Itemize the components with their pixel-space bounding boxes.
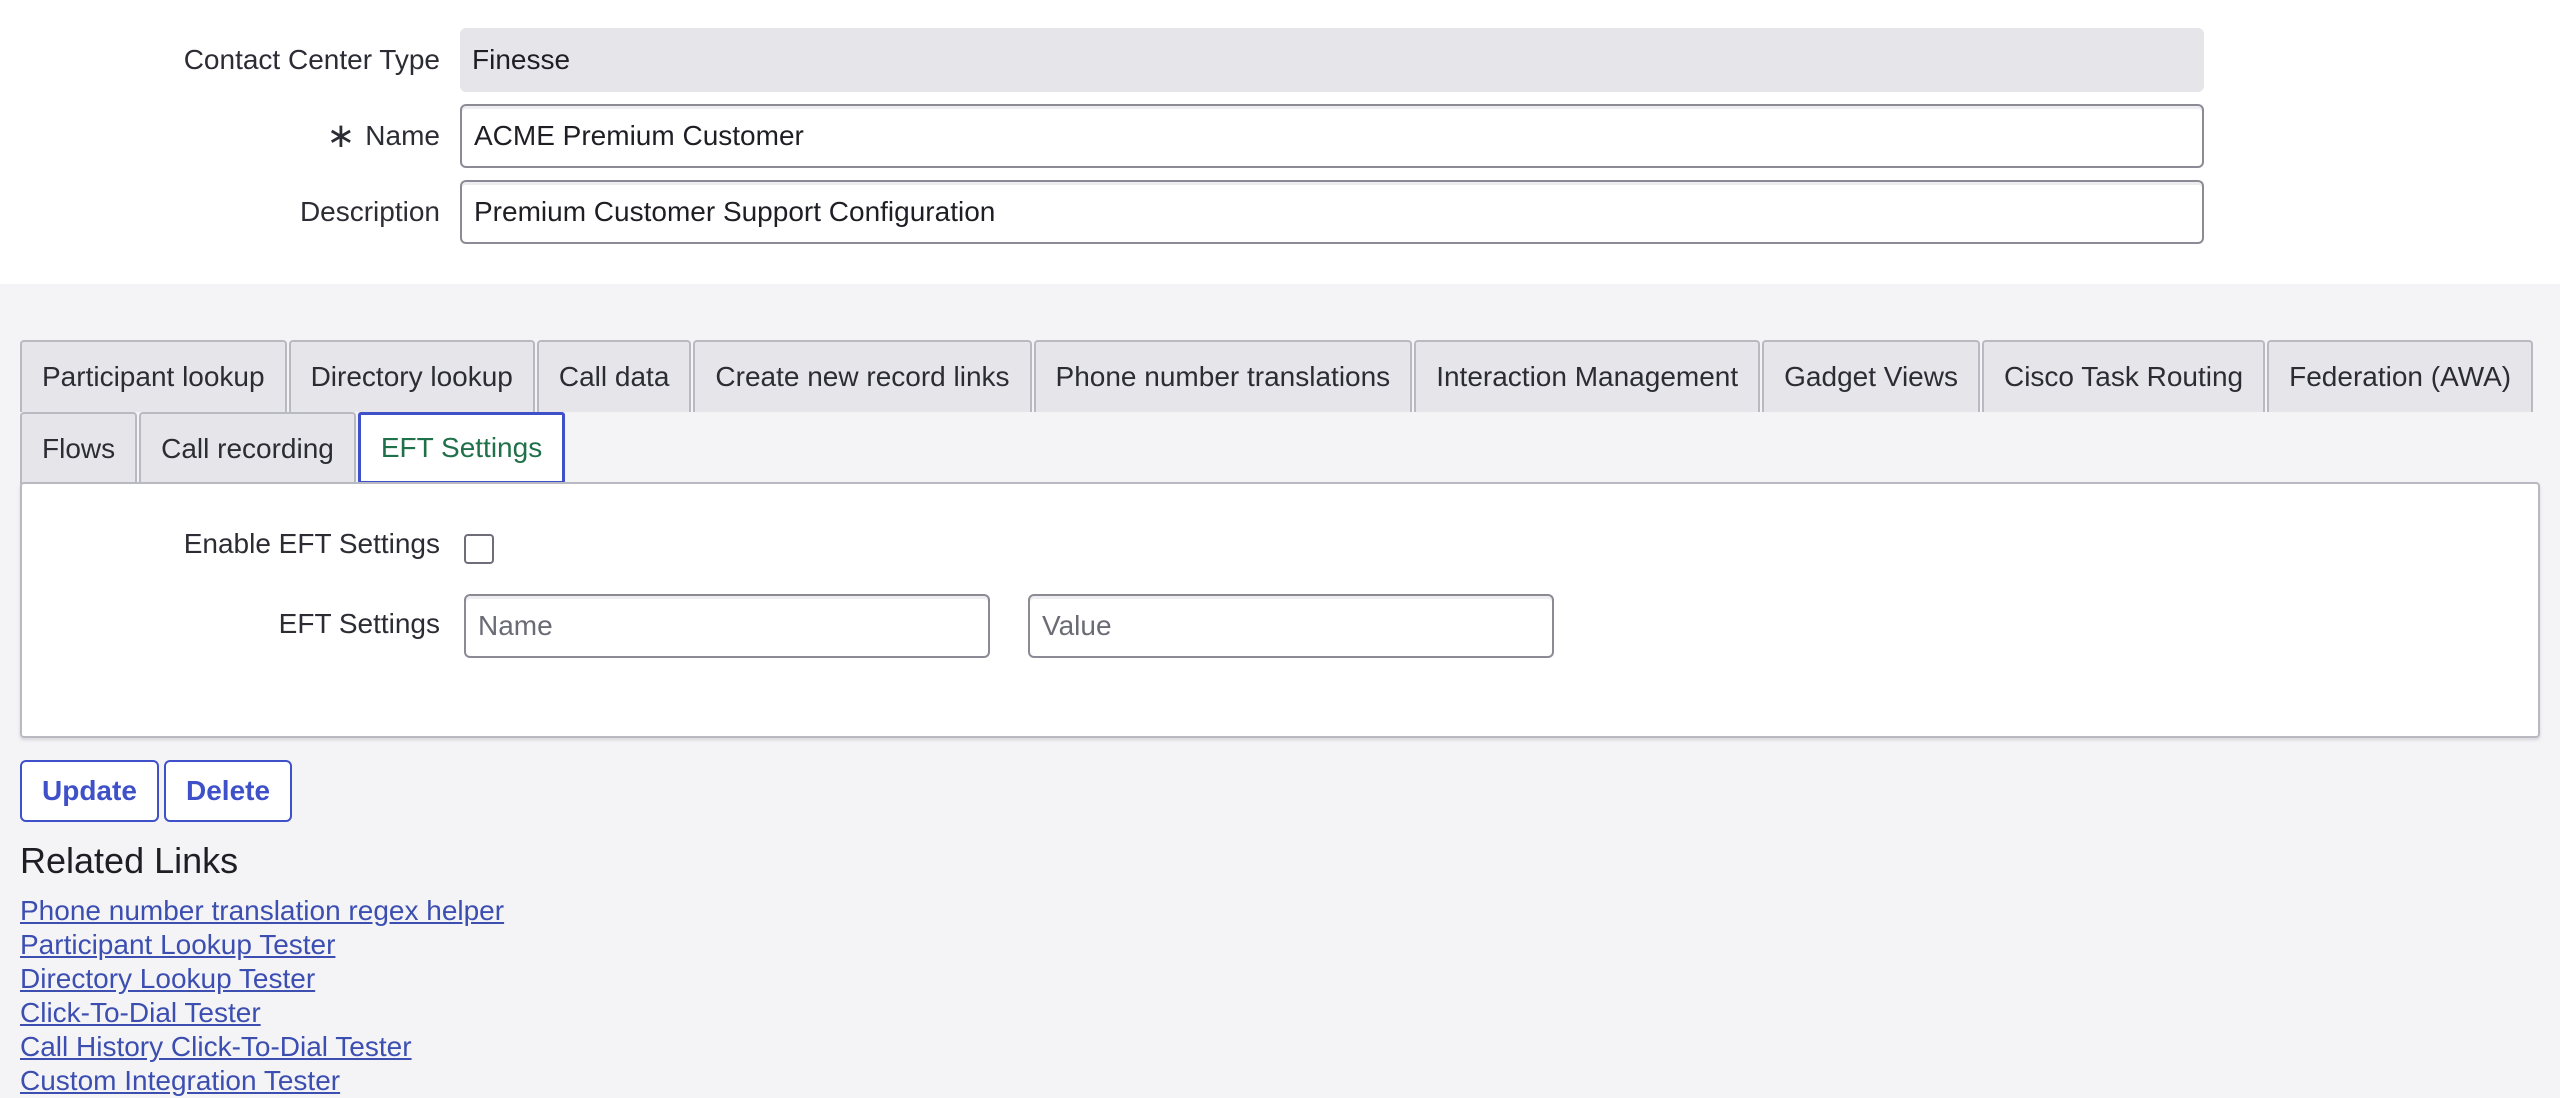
tab-gadget-views[interactable]: Gadget Views (1762, 340, 1980, 412)
eft-setting-value-input[interactable]: Value (1028, 594, 1554, 658)
description-row: Description Premium Customer Support Con… (0, 180, 2560, 244)
enable-eft-settings-label: Enable EFT Settings (183, 528, 440, 559)
related-links-list: Phone number translation regex helper Pa… (20, 894, 504, 1098)
tab-federation-awa[interactable]: Federation (AWA) (2267, 340, 2534, 412)
eft-settings-panel: Enable EFT Settings EFT Settings Name Va… (20, 482, 2540, 738)
delete-button[interactable]: Delete (164, 760, 293, 822)
link-phone-number-translation-regex-helper[interactable]: Phone number translation regex helper (20, 894, 504, 928)
enable-eft-settings-checkbox[interactable] (464, 534, 494, 564)
tab-call-recording[interactable]: Call recording (139, 412, 356, 484)
tab-call-data[interactable]: Call data (536, 340, 692, 412)
link-participant-lookup-tester[interactable]: Participant Lookup Tester (20, 928, 504, 962)
link-click-to-dial-tester[interactable]: Click-To-Dial Tester (20, 996, 504, 1030)
tab-create-new-record-links[interactable]: Create new record links (693, 340, 1032, 412)
tab-eft-settings[interactable]: EFT Settings (357, 412, 566, 484)
eft-settings-label: EFT Settings (278, 608, 440, 639)
contact-center-type-label: Contact Center Type (183, 44, 440, 75)
name-input[interactable]: ACME Premium Customer (460, 104, 2204, 168)
contact-center-type-row: Contact Center Type Finesse (0, 28, 2560, 92)
contact-center-type-field: Finesse (460, 28, 2204, 92)
link-call-history-click-to-dial-tester[interactable]: Call History Click-To-Dial Tester (20, 1030, 504, 1064)
tab-phone-number-translations[interactable]: Phone number translations (1033, 340, 1413, 412)
tab-bar-row-1: Participant lookup Directory lookup Call… (20, 340, 2535, 412)
tab-directory-lookup[interactable]: Directory lookup (288, 340, 535, 412)
tab-participant-lookup[interactable]: Participant lookup (20, 340, 287, 412)
tab-cisco-task-routing[interactable]: Cisco Task Routing (1981, 340, 2266, 412)
eft-setting-name-input[interactable]: Name (464, 594, 990, 658)
update-button[interactable]: Update (20, 760, 159, 822)
description-input[interactable]: Premium Customer Support Configuration (460, 180, 2204, 244)
related-links-heading: Related Links (20, 840, 239, 881)
tab-flows[interactable]: Flows (20, 412, 138, 484)
tab-interaction-management[interactable]: Interaction Management (1414, 340, 1761, 412)
link-custom-integration-tester[interactable]: Custom Integration Tester (20, 1064, 504, 1098)
name-row: ∗ Name ACME Premium Customer (0, 104, 2560, 168)
name-label-text: Name (365, 120, 440, 151)
required-icon: ∗ (326, 117, 356, 155)
link-directory-lookup-tester[interactable]: Directory Lookup Tester (20, 962, 504, 996)
name-label: ∗ Name (327, 104, 440, 168)
record-header-form: Contact Center Type Finesse ∗ Name ACME P… (0, 0, 2560, 284)
tab-bar-row-2: Flows Call recording EFT Settings (20, 412, 567, 484)
description-label: Description (299, 196, 440, 227)
